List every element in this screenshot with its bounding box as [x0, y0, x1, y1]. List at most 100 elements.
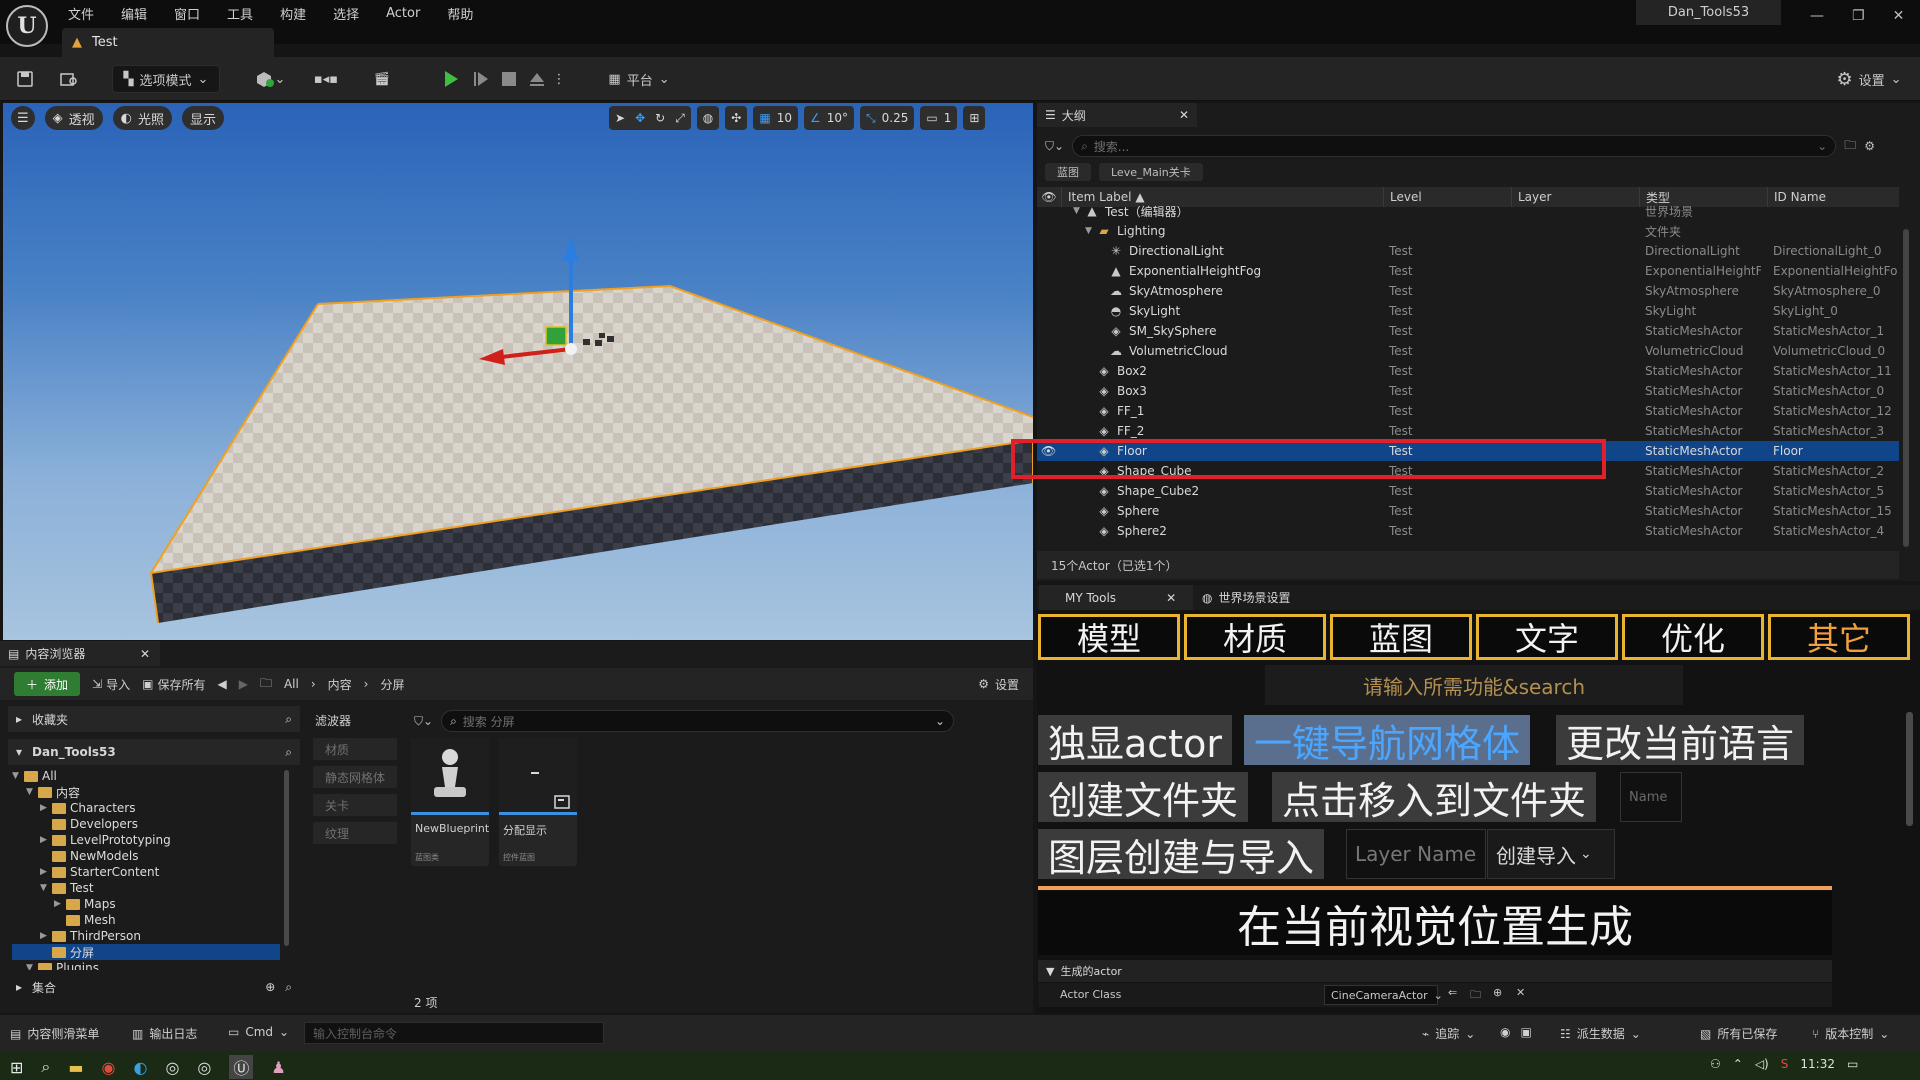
- menu-tools[interactable]: 工具: [225, 2, 255, 25]
- save-icon[interactable]: [12, 65, 38, 93]
- add-actor-button[interactable]: ⌄: [250, 65, 290, 93]
- outliner-row[interactable]: ◈ SM_SkySphere Test StaticMeshActor StaticMe…: [1037, 321, 1899, 341]
- app-icon[interactable]: ◎: [197, 1058, 211, 1077]
- user-icon[interactable]: ⚇: [1710, 1057, 1721, 1071]
- notification-icon[interactable]: ▭: [1847, 1057, 1858, 1071]
- category-material-button[interactable]: 材质: [1184, 614, 1326, 660]
- settings-button[interactable]: ⚙ 设置 ⌄: [1834, 65, 1904, 93]
- tray-chevron-icon[interactable]: ⌃: [1733, 1057, 1743, 1071]
- tree-item[interactable]: ▼ Test: [12, 880, 94, 896]
- actor-class-dropdown[interactable]: CineCameraActor ⌄: [1324, 985, 1443, 1005]
- level-viewport[interactable]: ☰ ◈ 透视 ◐ 光照 显示 ➤ ✥ ↻ ⤢ ◍ ✣ ▦ 10 ∠ 10° ⤡ 0.25 …: [3, 103, 1033, 640]
- menu-window[interactable]: 窗口: [172, 2, 202, 25]
- collapse-arrow-icon[interactable]: ▼: [1085, 226, 1097, 236]
- platform-button[interactable]: ▦ 平台 ⌄: [604, 65, 674, 93]
- menu-help[interactable]: 帮助: [445, 2, 475, 25]
- outliner-row[interactable]: ◈ Shape_Cube2 Test StaticMeshActor StaticMes…: [1037, 481, 1899, 501]
- my-tools-scrollbar[interactable]: [1906, 712, 1913, 826]
- add-icon[interactable]: ⊕: [1493, 986, 1502, 999]
- menu-edit[interactable]: 编辑: [119, 2, 149, 25]
- lighting-button[interactable]: ◐ 光照: [112, 106, 173, 130]
- tree-item[interactable]: ▼ 内容: [12, 784, 80, 800]
- filter-texture[interactable]: 纹理: [313, 822, 397, 844]
- translate-icon[interactable]: ✥: [635, 111, 645, 125]
- close-icon[interactable]: ✕: [140, 647, 160, 661]
- restore-button[interactable]: ❐: [1852, 8, 1865, 24]
- pill-blueprint[interactable]: 蓝图: [1045, 163, 1091, 181]
- surface-snap-button[interactable]: ✣: [725, 106, 748, 130]
- back-icon[interactable]: ◀: [217, 677, 226, 691]
- tree-item[interactable]: Mesh: [12, 912, 116, 928]
- outliner-row[interactable]: ✳ DirectionalLight Test DirectionalLight Dir…: [1037, 241, 1899, 261]
- gear-icon[interactable]: ⚙: [1864, 139, 1875, 153]
- add-folder-icon[interactable]: 🗀: [1844, 136, 1856, 157]
- level-tab[interactable]: ▲ Test: [62, 28, 274, 57]
- outliner-search-input[interactable]: ⌕ 搜索... ⌄: [1072, 135, 1837, 157]
- add-collection-icon[interactable]: ⊕: [265, 980, 275, 994]
- collections-section[interactable]: ▸ 集合 ⊕ ⌕: [8, 974, 300, 1000]
- tree-item[interactable]: ▼ Plugins: [12, 960, 99, 970]
- outliner-row[interactable]: ◈ FF_1 Test StaticMeshActor StaticMeshActor_…: [1037, 401, 1899, 421]
- windows-start-icon[interactable]: ⊞: [10, 1058, 23, 1077]
- tree-item[interactable]: ▶ Maps: [12, 896, 116, 912]
- step-icon[interactable]: [470, 65, 492, 93]
- forward-icon[interactable]: ▶: [239, 677, 248, 691]
- spawn-at-view-button[interactable]: 在当前视觉位置生成: [1038, 891, 1832, 955]
- solo-actor-button[interactable]: 独显actor: [1038, 715, 1232, 766]
- camera-speed-button[interactable]: ▭ 1: [920, 106, 958, 130]
- tab-my-tools[interactable]: MY Tools ✕: [1039, 585, 1193, 610]
- collapse-arrow-icon[interactable]: ▼: [40, 883, 52, 893]
- collapse-arrow-icon[interactable]: ▼: [26, 963, 38, 970]
- save-all-button[interactable]: ▣ 保存所有: [142, 676, 205, 693]
- trace-button[interactable]: ⌁ 追踪 ⌄: [1422, 1025, 1475, 1042]
- menu-select[interactable]: 选择: [331, 2, 361, 25]
- close-icon[interactable]: ✕: [1166, 591, 1176, 605]
- breadcrumb-content[interactable]: 内容: [328, 676, 352, 693]
- move-to-folder-button[interactable]: 点击移入到文件夹: [1272, 772, 1597, 823]
- category-optimize-button[interactable]: 优化: [1622, 614, 1764, 660]
- asset-tile-widget[interactable]: 分配显示 控件蓝图: [499, 738, 577, 866]
- outliner-row[interactable]: ◈ Sphere2 Test StaticMeshActor StaticMeshAct…: [1037, 521, 1899, 541]
- filter-level[interactable]: 关卡: [313, 794, 397, 816]
- unreal-logo-icon[interactable]: U: [6, 5, 48, 47]
- viewport-menu-button[interactable]: ☰: [11, 106, 35, 130]
- function-search-input[interactable]: 请输入所需功能&search: [1265, 665, 1683, 705]
- blueprint-button[interactable]: ▪◂▪: [306, 65, 346, 93]
- stop-icon[interactable]: [498, 65, 520, 93]
- clear-icon[interactable]: ✕: [1516, 986, 1525, 999]
- layer-create-import-button[interactable]: 图层创建与导入: [1038, 829, 1325, 880]
- menu-actor[interactable]: Actor: [384, 4, 422, 23]
- derived-data-button[interactable]: ☷ 派生数据 ⌄: [1560, 1025, 1641, 1042]
- pill-level[interactable]: Leve_Main关卡: [1099, 163, 1203, 181]
- change-language-button[interactable]: 更改当前语言: [1556, 715, 1805, 766]
- layout-button[interactable]: ⊞: [963, 106, 986, 130]
- source-control-button[interactable]: ⑂ 版本控制 ⌄: [1812, 1025, 1889, 1042]
- browse-asset-icon[interactable]: 🗀: [1470, 986, 1481, 1005]
- world-local-button[interactable]: ◍: [696, 106, 720, 130]
- content-browser-tab[interactable]: ▤ 内容浏览器 ✕: [0, 641, 160, 666]
- perspective-button[interactable]: ◈ 透视: [44, 106, 103, 130]
- search-icon[interactable]: ⌕: [285, 745, 300, 760]
- expand-arrow-icon[interactable]: ▶: [54, 899, 66, 909]
- collapse-arrow-icon[interactable]: ▼: [1073, 206, 1085, 216]
- menu-file[interactable]: 文件: [66, 2, 96, 25]
- app-icon[interactable]: ♟: [271, 1058, 285, 1077]
- search-icon[interactable]: ⌕: [285, 712, 300, 727]
- select-arrow-icon[interactable]: ➤: [615, 111, 625, 125]
- folder-name-input[interactable]: Name: [1620, 772, 1682, 822]
- create-folder-button[interactable]: 创建文件夹: [1038, 772, 1249, 823]
- collapse-arrow-icon[interactable]: ▼: [26, 787, 38, 797]
- spawned-actor-section[interactable]: ▼ 生成的actor: [1038, 960, 1832, 982]
- outliner-scrollbar[interactable]: [1903, 229, 1909, 547]
- outliner-row[interactable]: ◈ Box3 Test StaticMeshActor StaticMeshActor_…: [1037, 381, 1899, 401]
- tree-item[interactable]: ▶ StarterContent: [12, 864, 159, 880]
- import-button[interactable]: ⇲ 导入: [92, 676, 130, 693]
- expand-arrow-icon[interactable]: ▶: [40, 803, 52, 813]
- expand-arrow-icon[interactable]: ▶: [40, 931, 52, 941]
- filter-icon[interactable]: ⛉⌄: [414, 714, 433, 729]
- menu-build[interactable]: 构建: [278, 2, 308, 25]
- clock[interactable]: 11:32: [1800, 1057, 1835, 1071]
- outliner-row[interactable]: ◈ Sphere Test StaticMeshActor StaticMeshActo…: [1037, 501, 1899, 521]
- search-icon[interactable]: ⌕: [41, 1057, 50, 1077]
- tree-item[interactable]: ▶ LevelPrototyping: [12, 832, 171, 848]
